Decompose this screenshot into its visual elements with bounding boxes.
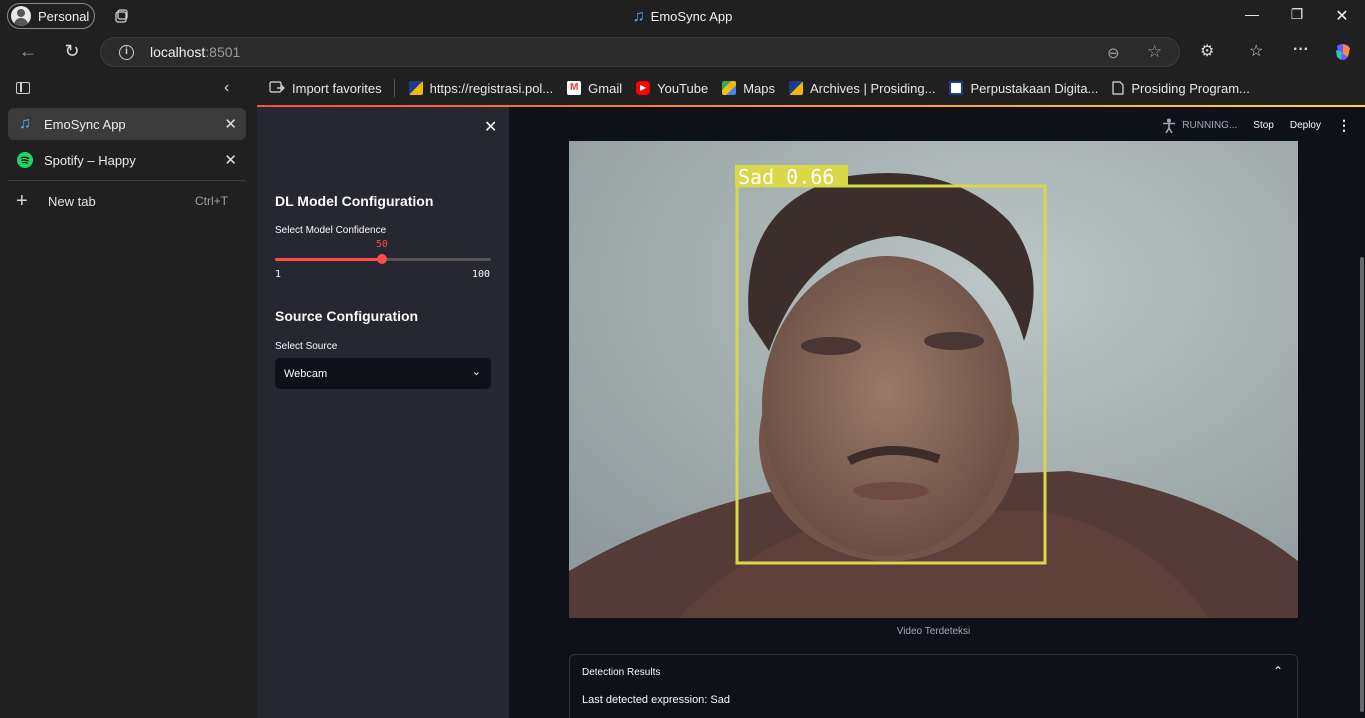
new-tab-label: New tab bbox=[48, 193, 96, 209]
favorite-label: YouTube bbox=[657, 80, 709, 96]
confidence-slider[interactable] bbox=[275, 254, 491, 264]
window-title: ♫ EmoSync App bbox=[0, 8, 1365, 26]
app-toolbar: RUNNING... Stop Deploy ⋮ bbox=[1162, 117, 1351, 134]
slider-min: 1 bbox=[275, 269, 282, 280]
video-caption: Video Terdeteksi bbox=[896, 626, 971, 637]
chevron-up-icon[interactable]: ⌃ bbox=[1273, 664, 1283, 678]
tab-label: EmoSync App bbox=[44, 116, 126, 132]
vertical-tabs-sidebar: ‹ ♫ EmoSync App ✕ Spotify – Happy ✕ + Ne… bbox=[0, 71, 257, 718]
spotify-icon bbox=[16, 151, 34, 169]
refresh-button[interactable]: ↻ bbox=[60, 41, 84, 62]
new-tab-shortcut: Ctrl+T bbox=[195, 194, 228, 208]
status-text: RUNNING... bbox=[1182, 120, 1238, 131]
favorite-label: Gmail bbox=[588, 80, 623, 96]
favorite-prosiding[interactable]: Prosiding Program... bbox=[1112, 81, 1250, 96]
deploy-button[interactable]: Deploy bbox=[1290, 120, 1321, 131]
favorite-label: Prosiding Program... bbox=[1131, 80, 1250, 96]
favorite-perpustakaan[interactable]: Perpustakaan Digita... bbox=[949, 81, 1098, 96]
favorites-separator bbox=[393, 79, 395, 97]
slider-max: 100 bbox=[472, 269, 491, 280]
detection-results-expander[interactable]: Detection Results ⌃ Last detected expres… bbox=[569, 654, 1298, 718]
tab-spotify[interactable]: Spotify – Happy ✕ bbox=[8, 144, 246, 176]
app-sidebar: ✕ DL Model Configuration Select Model Co… bbox=[257, 107, 509, 718]
gmail-icon: M bbox=[567, 81, 582, 95]
back-button[interactable]: ← bbox=[16, 41, 40, 62]
app-main: RUNNING... Stop Deploy ⋮ Sad 0.66 Video … bbox=[509, 107, 1365, 718]
extensions-icon[interactable]: ⚙ bbox=[1200, 41, 1214, 61]
browser-title-bar: Personal ♫ EmoSync App — ❐ ✕ bbox=[0, 0, 1365, 33]
music-note-icon: ♫ bbox=[632, 8, 645, 25]
favorite-gmail[interactable]: M Gmail bbox=[567, 81, 622, 96]
plus-icon: + bbox=[16, 189, 28, 212]
more-menu-icon[interactable]: ··· bbox=[1293, 41, 1309, 59]
tab-emosync[interactable]: ♫ EmoSync App ✕ bbox=[8, 108, 246, 140]
source-select[interactable]: Webcam ⌄ bbox=[275, 358, 491, 389]
favorite-registrasi[interactable]: https://registrasi.pol... bbox=[408, 80, 554, 96]
new-tab-button[interactable]: + New tab Ctrl+T bbox=[8, 185, 246, 217]
tab-actions-icon[interactable] bbox=[16, 82, 30, 94]
close-tab-icon[interactable]: ✕ bbox=[224, 151, 237, 169]
import-icon bbox=[269, 81, 285, 93]
close-window-button[interactable]: ✕ bbox=[1332, 6, 1352, 26]
divider bbox=[8, 180, 246, 181]
site-icon bbox=[949, 81, 964, 95]
page-content: ✕ DL Model Configuration Select Model Co… bbox=[257, 105, 1365, 718]
confidence-label: Select Model Confidence bbox=[275, 225, 387, 236]
favorite-label: Maps bbox=[743, 80, 775, 96]
favorite-star-icon[interactable]: ☆ bbox=[1147, 42, 1162, 62]
model-config-header: DL Model Configuration bbox=[275, 193, 434, 209]
favorites-bar: Import favorites https://registrasi.pol.… bbox=[257, 71, 1365, 105]
favorite-youtube[interactable]: ▶ YouTube bbox=[636, 81, 708, 96]
favorite-label: https://registrasi.pol... bbox=[429, 80, 554, 96]
url-port: :8501 bbox=[205, 44, 241, 60]
slider-fill bbox=[275, 258, 382, 261]
favorite-label: Perpustakaan Digita... bbox=[970, 80, 1099, 96]
site-icon bbox=[789, 81, 803, 95]
collapse-sidebar-icon[interactable]: ‹ bbox=[224, 79, 229, 97]
favorite-import[interactable]: Import favorites bbox=[269, 81, 382, 96]
detection-label: Sad 0.66 bbox=[738, 165, 834, 189]
window-title-text: EmoSync App bbox=[650, 9, 733, 24]
page-scrollbar[interactable] bbox=[1360, 257, 1364, 712]
favorite-label: Import favorites bbox=[292, 80, 382, 96]
slider-value: 50 bbox=[375, 239, 388, 250]
source-label: Select Source bbox=[275, 341, 338, 352]
zoom-icon[interactable]: ⊖ bbox=[1107, 44, 1120, 62]
webcam-frame-image: Sad 0.66 bbox=[569, 141, 1298, 618]
last-expression-text: Last detected expression: Sad bbox=[582, 694, 730, 706]
slider-thumb[interactable] bbox=[376, 254, 387, 264]
close-sidebar-icon[interactable]: ✕ bbox=[484, 117, 497, 137]
app-menu-icon[interactable]: ⋮ bbox=[1337, 117, 1351, 134]
source-value: Webcam bbox=[284, 367, 328, 380]
close-tab-icon[interactable]: ✕ bbox=[224, 115, 237, 133]
webcam-video: Sad 0.66 bbox=[569, 141, 1298, 618]
address-row: ← ↻ i localhost:8501 ⊖ ☆ bbox=[0, 33, 1365, 71]
tab-label: Spotify – Happy bbox=[44, 152, 136, 168]
site-icon bbox=[408, 81, 423, 95]
document-icon bbox=[1112, 81, 1124, 95]
chevron-down-icon: ⌄ bbox=[471, 366, 481, 378]
address-bar[interactable]: i localhost:8501 ⊖ ☆ bbox=[100, 37, 1180, 67]
stop-button[interactable]: Stop bbox=[1253, 120, 1274, 131]
favorite-label: Archives | Prosiding... bbox=[810, 80, 936, 96]
favorites-icon[interactable]: ☆ bbox=[1249, 41, 1263, 61]
favorite-maps[interactable]: Maps bbox=[722, 81, 775, 96]
copilot-icon[interactable] bbox=[1333, 42, 1353, 62]
url-host: localhost bbox=[150, 44, 206, 60]
restore-button[interactable]: ❐ bbox=[1287, 6, 1307, 23]
source-config-header: Source Configuration bbox=[275, 308, 419, 324]
running-status: RUNNING... bbox=[1162, 118, 1237, 134]
music-note-icon: ♫ bbox=[19, 115, 31, 132]
minimize-button[interactable]: — bbox=[1242, 6, 1262, 22]
youtube-icon: ▶ bbox=[636, 81, 651, 95]
info-icon[interactable]: i bbox=[119, 44, 134, 60]
favorite-archives[interactable]: Archives | Prosiding... bbox=[789, 81, 935, 96]
url-text[interactable]: localhost:8501 bbox=[150, 44, 240, 60]
maps-icon bbox=[722, 81, 737, 95]
results-title: Detection Results bbox=[582, 667, 661, 678]
running-person-icon bbox=[1163, 118, 1176, 133]
